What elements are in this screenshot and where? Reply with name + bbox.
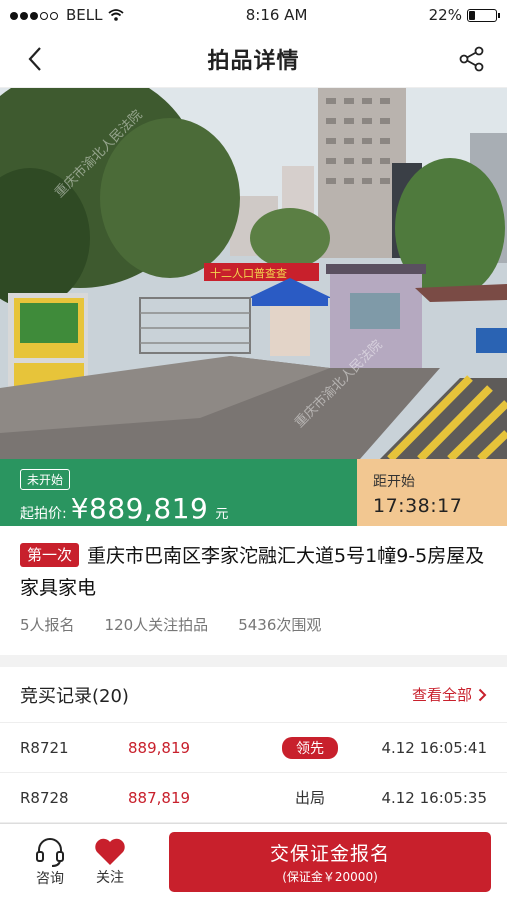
bid-row: R8728 887,819 出局 4.12 16:05:35 — [0, 773, 507, 823]
countdown-panel: 距开始 17:38:17 — [357, 459, 507, 526]
chevron-left-icon — [28, 46, 41, 71]
consult-button[interactable]: 咨询 — [20, 836, 80, 888]
bid-price: 889,819 — [128, 738, 191, 757]
view-all-link[interactable]: 查看全部 — [412, 684, 487, 705]
countdown-timer: 17:38:17 — [373, 495, 463, 517]
nav-bar: 拍品详情 — [0, 30, 507, 88]
clock: 8:16 AM — [245, 6, 308, 24]
status-badge: 未开始 — [20, 469, 71, 490]
follow-label: 关注 — [96, 870, 124, 886]
battery-percent: 22% — [428, 6, 462, 24]
bid-time: 4.12 16:05:41 — [381, 738, 487, 757]
item-title-line: 第一次 重庆市巴南区李家沱融汇大道5号1幢9-5房屋及家具家电 — [20, 540, 487, 604]
pay-deposit-button[interactable]: 交保证金报名 (保证金￥20000) — [169, 832, 491, 892]
bidder-id: R8728 — [20, 788, 69, 807]
battery-indicator: 22% — [428, 6, 500, 24]
countdown-label: 距开始 — [373, 474, 415, 490]
signup-count: 5人报名 — [20, 616, 75, 634]
price-unit: 元 — [215, 507, 229, 522]
banner-text: 十二人口普查查 — [210, 266, 287, 280]
bidder-id: R8721 — [20, 738, 69, 757]
status-bar: BELL 8:16 AM 22% — [0, 0, 507, 30]
signal-icon — [10, 6, 60, 24]
round-tag: 第一次 — [20, 543, 80, 567]
consult-label: 咨询 — [36, 871, 64, 887]
item-title: 重庆市巴南区李家沱融汇大道5号1幢9-5房屋及家具家电 — [20, 545, 485, 599]
bottom-action-bar: 咨询 关注 交保证金报名 (保证金￥20000) — [0, 823, 507, 900]
photo-scene: 十二人口普查查 重庆市渝北人民法院 重庆市渝北人民法院 — [0, 88, 507, 459]
back-button[interactable] — [18, 42, 52, 76]
bid-status: 出局 — [294, 789, 325, 807]
battery-icon — [466, 8, 500, 22]
wifi-icon — [108, 9, 125, 21]
leading-badge: 领先 — [282, 736, 338, 759]
item-stats: 5人报名 120人关注拍品 5436次围观 — [20, 614, 487, 635]
bid-time: 4.12 16:05:35 — [381, 788, 487, 807]
share-button[interactable] — [455, 42, 489, 76]
price-bar: 未开始 起拍价: ¥889,819 元 距开始 17:38:17 — [0, 459, 507, 526]
share-icon — [459, 46, 484, 71]
follow-button[interactable]: 关注 — [80, 837, 140, 887]
cta-deposit-note: (保证金￥20000) — [282, 870, 378, 884]
item-photo[interactable]: 十二人口普查查 重庆市渝北人民法院 重庆市渝北人民法院 — [0, 88, 507, 459]
bid-records-title: 竞买记录(20) — [20, 685, 129, 707]
follower-count: 120人关注拍品 — [104, 616, 209, 634]
bid-price: 887,819 — [128, 788, 191, 807]
chevron-right-icon — [478, 688, 487, 701]
starting-price-value: ¥889,819 — [70, 492, 209, 525]
heart-icon — [95, 838, 125, 865]
starting-price-panel: 未开始 起拍价: ¥889,819 元 — [0, 459, 357, 526]
view-all-label: 查看全部 — [411, 686, 472, 704]
view-count: 5436次围观 — [238, 616, 322, 634]
section-divider — [0, 655, 507, 667]
bid-row: R8721 889,819 领先 4.12 16:05:41 — [0, 723, 507, 773]
cta-main-label: 交保证金报名 — [269, 843, 390, 865]
headset-icon — [36, 838, 64, 867]
bid-records-header: 竞买记录(20) 查看全部 — [0, 667, 507, 723]
page-title: 拍品详情 — [207, 48, 300, 74]
starting-price-label: 起拍价: — [20, 506, 67, 522]
item-info: 第一次 重庆市巴南区李家沱融汇大道5号1幢9-5房屋及家具家电 5人报名 120人… — [0, 526, 507, 645]
carrier-label: BELL — [66, 6, 103, 24]
